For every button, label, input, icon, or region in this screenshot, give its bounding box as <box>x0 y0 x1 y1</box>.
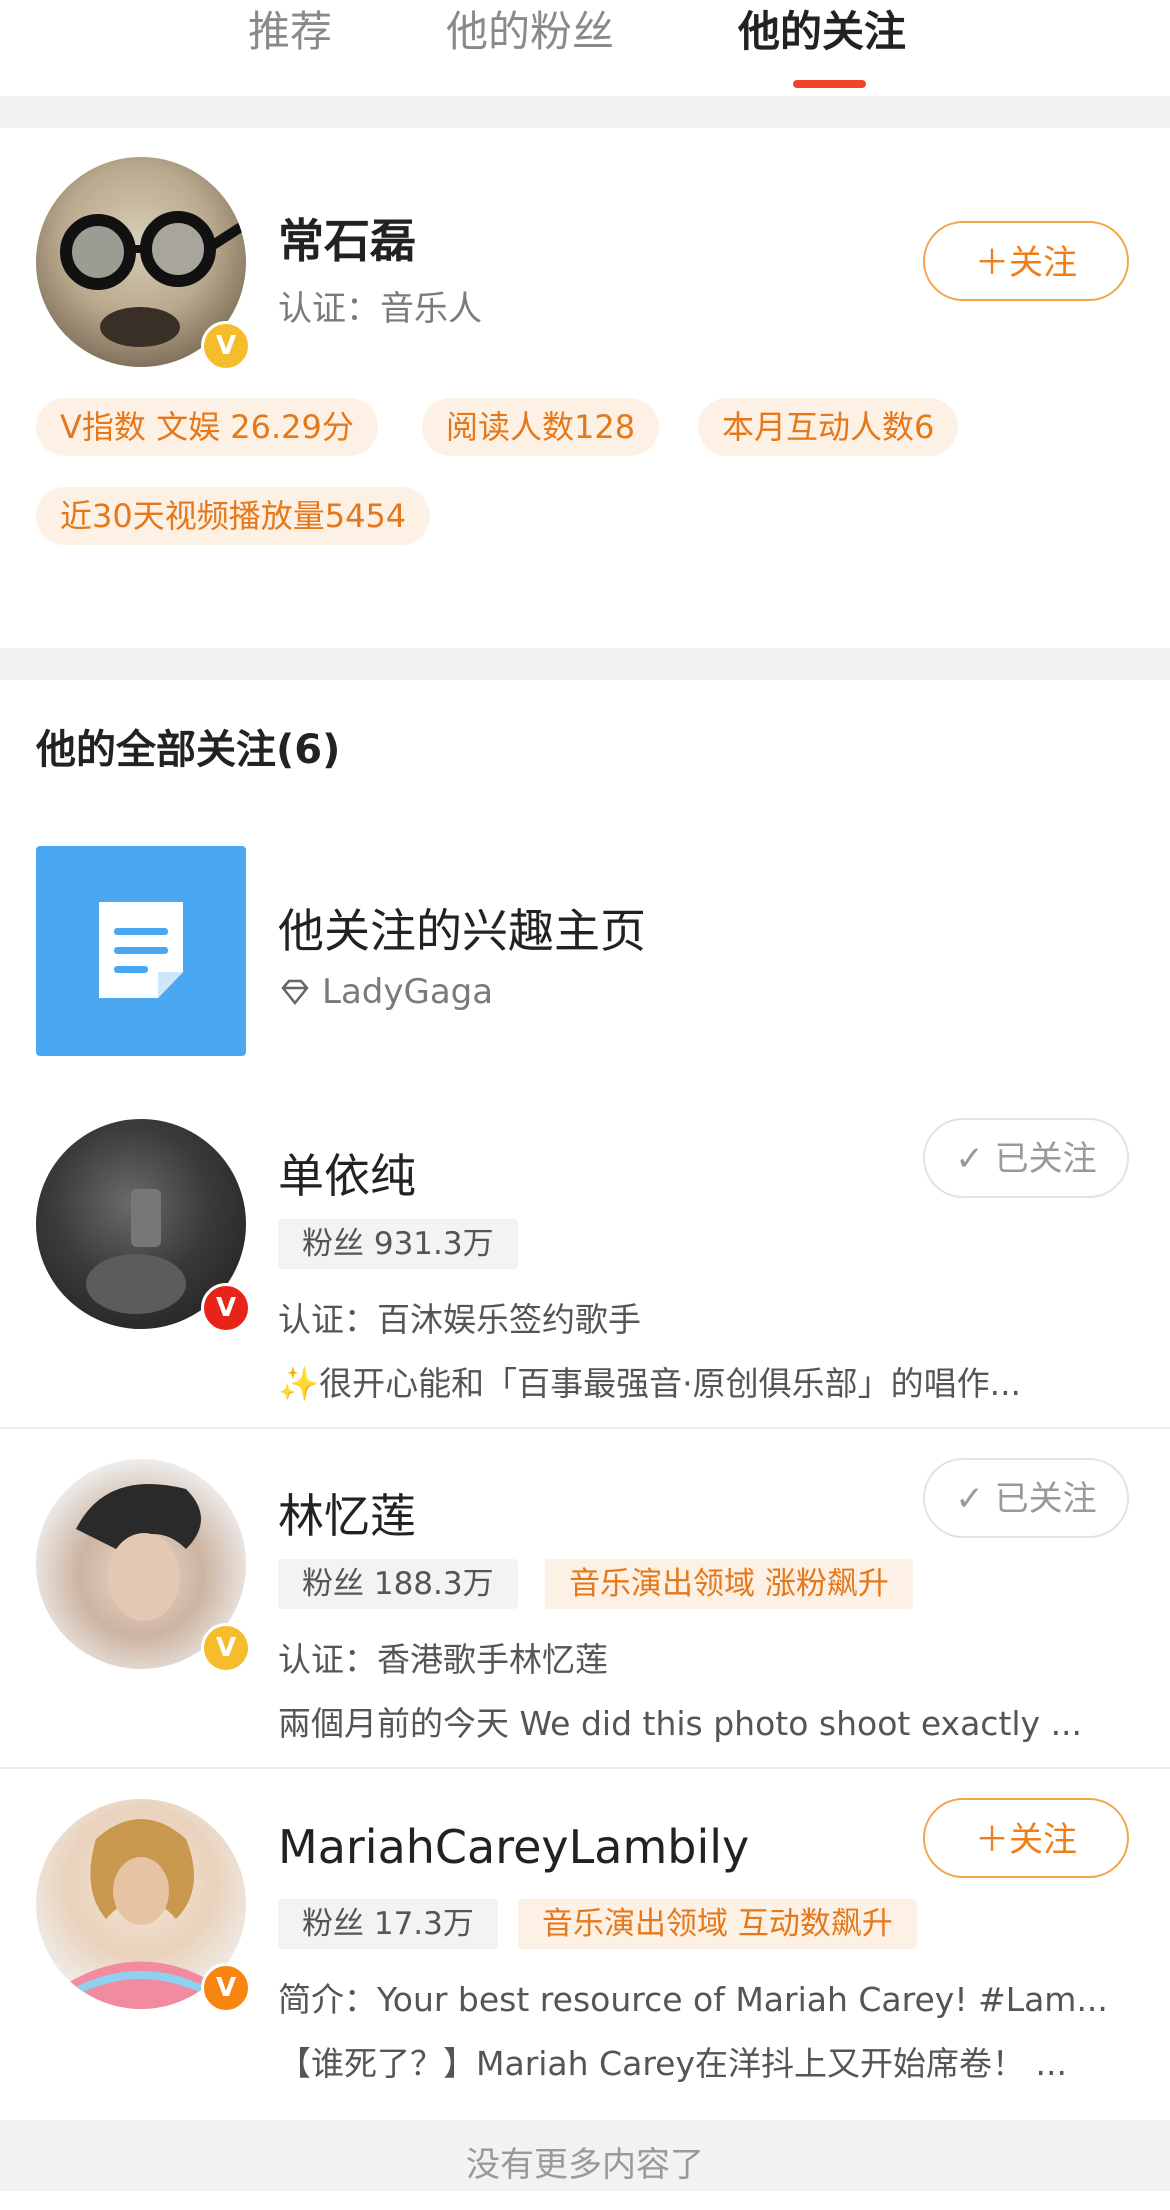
v-index-pill: V指数 文娱 26.29分 <box>36 398 378 456</box>
list-footer: 没有更多内容了 <box>0 2120 1170 2191</box>
user-name[interactable]: 单依纯 <box>278 1140 416 1206</box>
verified-badge: V <box>201 1283 251 1333</box>
verified-badge: V <box>201 1963 251 2013</box>
row-divider <box>0 1427 1170 1429</box>
section-gap <box>0 96 1170 128</box>
follow-button[interactable]: ＋关注 <box>923 1798 1129 1878</box>
follow-button[interactable]: ＋关注 <box>923 221 1129 301</box>
section-gap <box>0 648 1170 680</box>
verification-text: 认证：百沐娱乐签约歌手 <box>278 1300 641 1339</box>
fans-count: 粉丝 17.3万 <box>278 1899 498 1949</box>
plus-icon: ＋ <box>975 1820 1009 1860</box>
document-icon <box>99 902 183 998</box>
no-more-content-text: 没有更多内容了 <box>466 2145 704 2185</box>
plus-icon: ＋ <box>975 243 1009 283</box>
bio-text: 简介：Your best resource of Mariah Carey! #… <box>278 1980 1108 2019</box>
latest-post-text: 兩個月前的今天 We did this photo shoot exactly … <box>278 1704 1083 1743</box>
active-tab-indicator <box>793 80 866 88</box>
check-icon: ✓ <box>955 1139 995 1179</box>
profile-name: 常石磊 <box>278 214 416 268</box>
trending-tag: 音乐演出领域 涨粉飙升 <box>545 1559 913 1609</box>
tab-recommend[interactable]: 推荐 <box>248 0 332 70</box>
tab-bar: 推荐 他的粉丝 他的关注 <box>0 0 1170 96</box>
followed-button[interactable]: ✓ 已关注 <box>923 1118 1129 1198</box>
interest-title[interactable]: 他关注的兴趣主页 <box>278 895 646 961</box>
user-name[interactable]: 林忆莲 <box>278 1480 416 1546</box>
verification-text: 认证：香港歌手林忆莲 <box>278 1640 608 1679</box>
check-icon: ✓ <box>955 1479 995 1519</box>
diamond-icon <box>278 975 312 1009</box>
interactions-pill: 本月互动人数6 <box>698 398 959 456</box>
readers-pill: 阅读人数128 <box>422 398 660 456</box>
latest-post-text: ✨很开心能和「百事最强音·原创俱乐部」的唱作... <box>278 1364 1022 1403</box>
verified-badge: V <box>201 321 251 371</box>
latest-post-text: 【谁死了？】Mariah Carey在洋抖上又开始席卷！ ... <box>278 2044 1067 2083</box>
video-plays-pill: 近30天视频播放量5454 <box>36 487 431 545</box>
profile-verification: 认证：音乐人 <box>278 289 482 329</box>
verified-badge: V <box>201 1623 251 1673</box>
interest-tile[interactable] <box>36 846 246 1056</box>
row-divider <box>0 1767 1170 1769</box>
followed-button[interactable]: ✓ 已关注 <box>923 1458 1129 1538</box>
interest-item: LadyGaga <box>322 972 494 1012</box>
user-name[interactable]: MariahCareyLambily <box>278 1820 749 1874</box>
fans-count: 粉丝 188.3万 <box>278 1559 518 1609</box>
following-section-title: 他的全部关注(6) <box>36 727 341 773</box>
tab-his-following[interactable]: 他的关注 <box>738 0 906 70</box>
trending-tag: 音乐演出领域 互动数飙升 <box>518 1899 917 1949</box>
fans-count: 粉丝 931.3万 <box>278 1219 518 1269</box>
tab-his-fans[interactable]: 他的粉丝 <box>446 0 614 70</box>
